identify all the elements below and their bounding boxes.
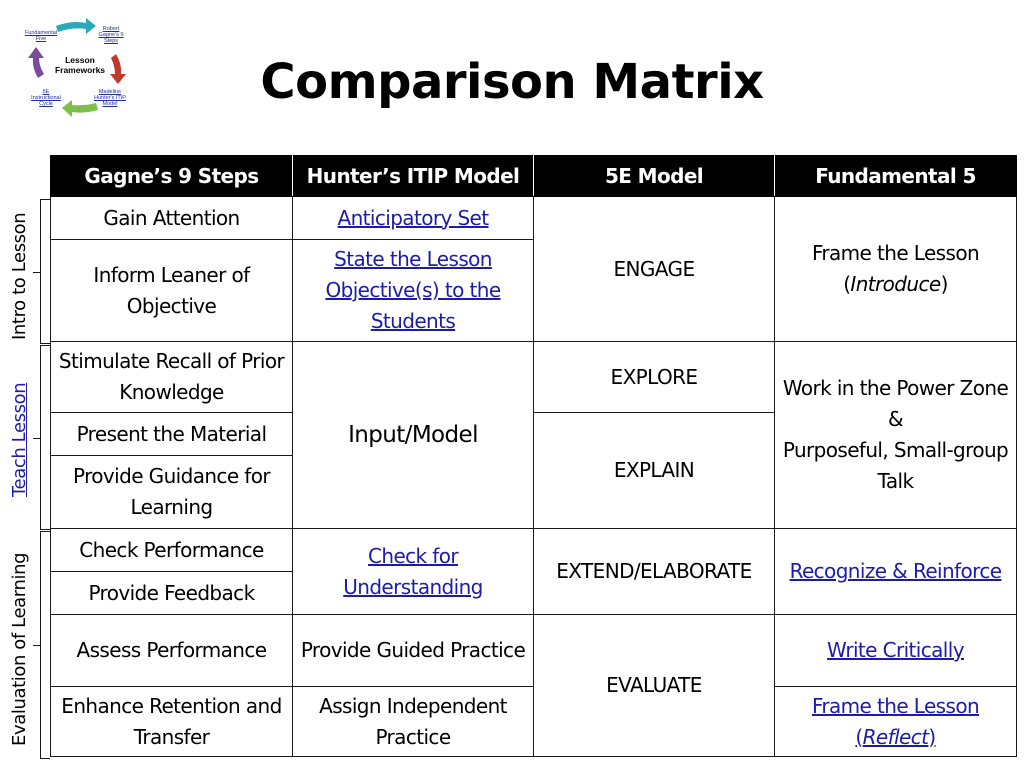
bracket-evaluation [33,531,50,759]
header-row: Gagne’s 9 Steps Hunter’s ITIP Model 5E M… [50,155,1017,197]
gagne-cell: Assess Performance [50,614,293,687]
gagne-cell: Enhance Retention and Transfer [50,686,293,757]
hunter-cell: Anticipatory Set [292,196,534,240]
introduce-text: Introduce [850,272,941,296]
gagne-cell: Present the Material [50,412,293,456]
fundamental-link-frame-reflect[interactable]: Frame the Lesson (Reflect) [811,693,980,749]
bracket-teach [33,345,50,530]
fivee-cell-extend: EXTEND/ELABORATE [533,528,775,615]
bracket-tick [33,437,41,439]
side-label-teach-lesson-link[interactable]: Teach Lesson [9,383,30,497]
lesson-frameworks-diagram: Fundamental Five Robert Gagne's 9 Steps … [22,14,138,118]
fundamental-cell-power-zone: Work in the Power Zone & Purposeful, Sma… [774,341,1017,529]
fundamental-cell: Write Critically [774,614,1017,687]
header-hunter: Hunter’s ITIP Model [292,155,534,197]
fundamental-cell: Frame the Lesson (Reflect) [774,686,1017,757]
gagne-cell: Check Performance [50,528,293,572]
reflect-text: Reflect [862,724,929,749]
table-row: Gain Attention Anticipatory Set ENGAGE F… [50,196,1017,342]
gagne-cell: Inform Leaner of Objective [50,239,293,342]
frame-lesson-text: Frame the Lesson [811,693,980,718]
arrow-right-icon [110,54,126,84]
hunter-cell-guided-practice: Provide Guided Practice [292,614,534,687]
table-row: Assess Performance Provide Guided Practi… [50,614,1017,757]
gagne-cell: Gain Attention [50,196,293,240]
fivee-cell-evaluate: EVALUATE [533,614,775,757]
hunter-cell: Check for Understanding [292,528,534,615]
logo-link-fundamental-five[interactable]: Fundamental Five [24,30,58,42]
fivee-cell-explore: EXPLORE [533,341,775,413]
logo-link-hunter[interactable]: Madeline Hunter's ITIP Model [90,89,130,107]
table-row: Stimulate Recall of Prior Knowledge Inpu… [50,341,1017,529]
bracket-intro [33,199,50,344]
logo-link-5e[interactable]: 5E Instructional Cycle [26,89,66,107]
fundamental-cell: Recognize & Reinforce [774,528,1017,615]
hunter-link-check-understanding[interactable]: Check for Understanding [343,544,483,599]
logo-link-text: Five [35,36,47,42]
bracket-tick [33,645,41,646]
logo-link-text: Cycle [39,101,53,107]
logo-title-line: Lesson [65,55,95,65]
small-group-talk-text: Purposeful, Small-group Talk [782,438,1009,493]
frame-lesson-text: Frame the Lesson [811,241,980,265]
hunter-cell-input-model: Input/Model [292,341,534,529]
logo-center-title: Lesson Frameworks [50,55,110,75]
logo-link-gagne[interactable]: Robert Gagne's 9 Steps [94,26,128,44]
fundamental-link-write-critically[interactable]: Write Critically [827,638,965,662]
fivee-cell-explain: EXPLAIN [533,412,775,529]
gagne-cell: Stimulate Recall of Prior Knowledge [50,341,293,413]
side-label-evaluation: Evaluation of Learning [9,552,30,746]
hunter-cell: State the Lesson Objective(s) to the Stu… [292,239,534,342]
page-title-text: Comparison Matrix [260,54,764,110]
ampersand-text: & [888,407,904,431]
hunter-link-anticipatory-set[interactable]: Anticipatory Set [338,206,490,230]
header-gagne: Gagne’s 9 Steps [50,155,293,197]
fivee-cell-engage: ENGAGE [533,196,775,342]
logo-title-line: Frameworks [54,65,106,75]
fundamental-link-recognize[interactable]: Recognize & Reinforce [790,559,1002,583]
gagne-cell: Provide Feedback [50,571,293,615]
logo-link-text: Model [102,101,118,107]
table-row: Check Performance Check for Understandin… [50,528,1017,615]
gagne-cell: Provide Guidance for Learning [50,455,293,529]
fundamental-cell-frame-introduce: Frame the Lesson (Introduce) [774,196,1017,342]
hunter-cell-independent-practice: Assign Independent Practice [292,686,534,757]
page-title: Comparison Matrix [0,50,1024,114]
comparison-table: Gagne’s 9 Steps Hunter’s ITIP Model 5E M… [50,155,1017,757]
bracket-tick [33,271,41,273]
arrow-top-icon [56,18,96,34]
arrow-left-icon [28,47,44,78]
header-5e: 5E Model [533,155,775,197]
hunter-link-state-objective[interactable]: State the Lesson Objective(s) to the Stu… [325,247,501,333]
logo-link-text: Steps [103,38,119,44]
power-zone-text: Work in the Power Zone [782,376,1009,400]
side-label-intro: Intro to Lesson [9,212,30,340]
header-fundamental: Fundamental 5 [774,155,1017,197]
